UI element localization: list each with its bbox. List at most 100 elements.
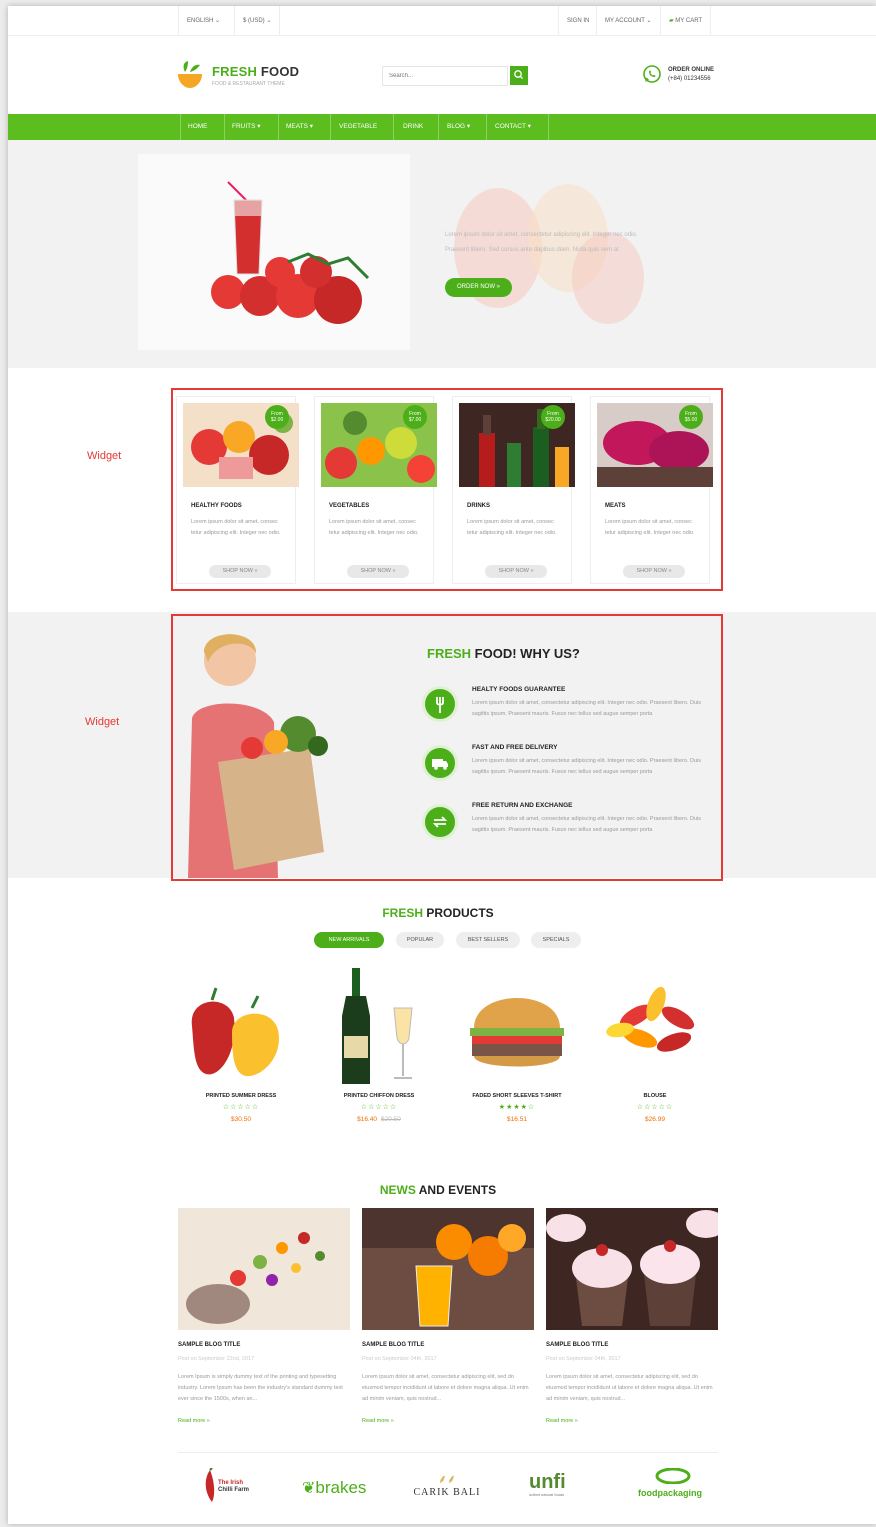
product-image-peppers[interactable] [176,966,306,1088]
shop-now-button[interactable]: SHOP NOW » [209,565,271,578]
carik-bali-text: CARIK BALI [413,1487,481,1498]
why-title-rest: FOOD! WHY US? [471,646,580,661]
product-card: BLOUSE ☆☆☆☆☆ $26.99 [590,966,720,1136]
sign-in-label: SIGN IN [567,18,590,24]
category-description: Lorem ipsum dolor sit amet, consec tetur… [191,519,281,536]
feature-title: FREE RETURN AND EXCHANGE [472,802,573,809]
price-badge: From $2.00 [265,405,289,429]
blog-post-image[interactable] [362,1208,534,1330]
tab-popular[interactable]: POPULAR [396,932,444,948]
widget-annotation-label: Widget [85,716,120,728]
nav-home[interactable]: HOME [188,114,208,140]
tab-specials[interactable]: SPECIALS [531,932,581,948]
blog-post-excerpt: Lorem ipsum dolor sit amet, consectetur … [362,1374,529,1402]
category-card-vegetables: From $7.00 VEGETABLES Lorem ipsum dolor s… [314,396,437,584]
shop-now-button[interactable]: SHOP NOW » [623,565,685,578]
tab-best-sellers[interactable]: BEST SELLERS [456,932,520,948]
product-name[interactable]: BLOUSE [590,1093,720,1099]
category-title[interactable]: DRINKS [467,503,490,509]
price-current: $16.51 [507,1116,527,1123]
product-image-chili-peppers[interactable] [590,966,720,1088]
tab-new-arrivals[interactable]: NEW ARRIVALS [314,932,384,948]
search-button[interactable] [510,66,528,85]
irish-line2: Chilli Farm [218,1487,250,1493]
why-us-title: FRESH FOOD! WHY US? [427,646,580,661]
whatsapp-icon [643,65,661,83]
read-more-link[interactable]: Read more » [362,1418,394,1424]
chevron-down-icon: ⌄ [266,18,272,24]
vegetables-basket-photo [178,1208,350,1330]
nav-divider [486,114,487,140]
shop-now-button[interactable]: SHOP NOW » [347,565,409,578]
product-name[interactable]: PRINTED CHIFFON DRESS [314,1093,444,1099]
category-description: Lorem ipsum dolor sit amet, consec tetur… [467,519,557,536]
blog-post-title[interactable]: SAMPLE BLOG TITLE [178,1342,240,1348]
page: ENGLISH ⌄ $ (USD) ⌄ SIGN IN MY ACCOUNT ⌄… [8,6,876,1524]
top-bar: ENGLISH ⌄ $ (USD) ⌄ SIGN IN MY ACCOUNT ⌄… [8,6,876,36]
product-image-champagne[interactable] [314,966,444,1088]
brand-logo-foodpackaging[interactable]: foodpackaging [638,1467,708,1498]
product-price: $16.51 [452,1116,582,1123]
tomato-juice-image [211,181,370,324]
blog-post-image[interactable] [546,1208,718,1330]
nav-divider [330,114,331,140]
badge-price: $20.00 [545,417,561,423]
nav-fruits[interactable]: FRUITS ▾ [232,114,261,140]
nav-divider [438,114,439,140]
truck-icon [422,745,458,781]
price-current: $30.50 [231,1116,251,1123]
sign-in-link[interactable]: SIGN IN [558,6,597,36]
feature-description: Lorem ipsum dolor sit amet, consectetur … [472,816,701,833]
wheat-icon: ⸙⸙ [437,1472,456,1486]
order-now-button[interactable]: ORDER NOW » [445,278,512,297]
logo-bowl-icon[interactable] [176,60,204,90]
currency-label: $ (USD) [243,18,265,24]
brand-fresh: FRESH [212,64,258,79]
my-cart-link[interactable]: ▰ MY CART [660,6,712,36]
product-price: $30.50 [176,1116,306,1123]
brand-name[interactable]: FRESH FOOD [212,64,299,79]
product-name[interactable]: PRINTED SUMMER DRESS [176,1093,306,1099]
product-image-burger[interactable] [452,966,582,1088]
brands-divider [178,1452,718,1453]
unfi-subtitle: united natural foods [529,1492,565,1497]
badge-price: $7.00 [408,417,422,423]
currency-select[interactable]: $ (USD) ⌄ [234,6,281,36]
category-title[interactable]: HEALTHY FOODS [191,503,242,509]
category-card-meats: From $5.00 MEATS Lorem ipsum dolor sit am… [590,396,713,584]
brand-logo-brakes[interactable]: ❦brakes [302,1478,366,1508]
blog-post-title[interactable]: SAMPLE BLOG TITLE [546,1342,608,1348]
blog-post-date: Post on September 04th, 2017 [546,1356,621,1362]
nav-drink[interactable]: DRINK [403,114,423,140]
chevron-down-icon: ⌄ [646,18,652,24]
nav-vegetable[interactable]: VEGETABLE [339,114,377,140]
search-input[interactable] [382,66,508,86]
language-select[interactable]: ENGLISH ⌄ [178,6,228,36]
badge-price: $2.00 [270,417,284,423]
my-account-menu[interactable]: MY ACCOUNT ⌄ [596,6,660,36]
read-more-link[interactable]: Read more » [178,1418,210,1424]
category-title[interactable]: VEGETABLES [329,503,369,509]
blog-post-image[interactable] [178,1208,350,1330]
nav-divider [393,114,394,140]
price-old: $20.50 [381,1116,401,1123]
news-events-title: NEWS AND EVENTS [8,1183,876,1197]
rating-stars: ☆☆☆☆☆ [636,1103,674,1111]
nav-meats[interactable]: MEATS ▾ [286,114,313,140]
brand-logo-carik-bali[interactable]: ⸙⸙ CARIK BALI [412,1470,482,1500]
brand-logo-unfi[interactable]: unfi united natural foods [529,1472,566,1502]
category-title[interactable]: MEATS [605,503,626,509]
blog-post-title[interactable]: SAMPLE BLOG TITLE [362,1342,424,1348]
product-name[interactable]: FADED SHORT SLEEVES T-SHIRT [452,1093,582,1099]
chilli-icon [205,1468,215,1502]
nav-blog[interactable]: BLOG ▾ [447,114,470,140]
language-label: ENGLISH [187,18,214,24]
order-online-label: ORDER ONLINE [668,67,715,73]
order-online[interactable]: ORDER ONLINE (+84) 01234556 [668,66,714,84]
badge-price: $5.00 [684,417,698,423]
shop-now-button[interactable]: SHOP NOW » [485,565,547,578]
search-icon [514,70,524,80]
feature-description: Lorem ipsum dolor sit amet, consectetur … [472,758,701,775]
nav-contact[interactable]: CONTACT ▾ [495,114,531,140]
read-more-link[interactable]: Read more » [546,1418,578,1424]
